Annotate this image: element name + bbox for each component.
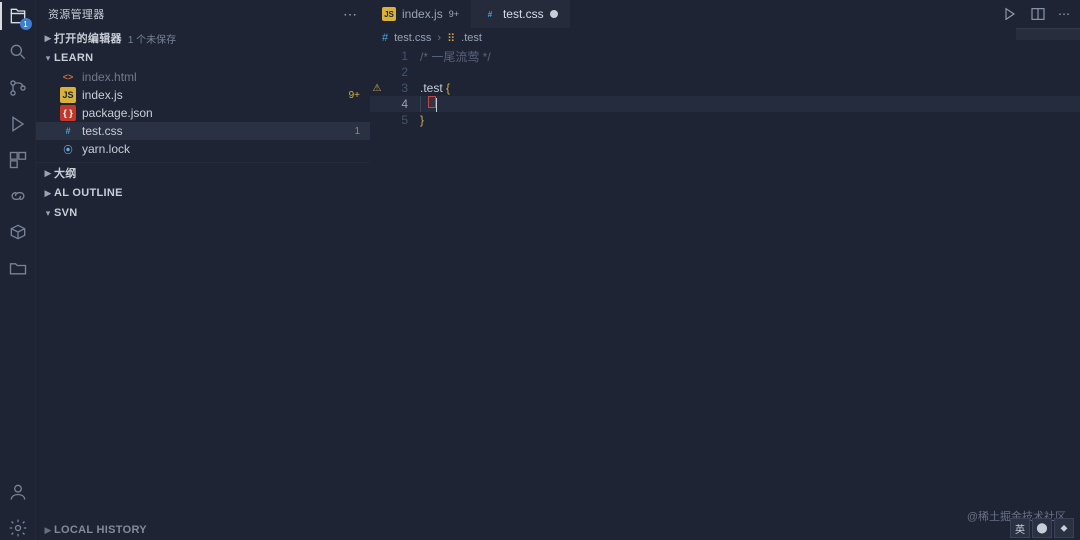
- split-editor-icon[interactable]: [1030, 6, 1046, 22]
- sidebar-sections: ▶大纲▶AL OUTLINE▾SVN▶LOCAL HISTORY: [36, 162, 370, 223]
- code-line[interactable]: 1/* 一尾流莺 */: [370, 48, 1080, 64]
- tab-test.css[interactable]: #test.css: [471, 0, 570, 28]
- search-icon[interactable]: [6, 40, 30, 64]
- code-line[interactable]: 2: [370, 64, 1080, 80]
- section-大纲[interactable]: ▶大纲: [36, 163, 370, 183]
- file-badge: 9+: [349, 90, 360, 101]
- chevron-icon: ▶: [42, 188, 54, 199]
- section-open-editors[interactable]: ▶ 打开的编辑器 1 个未保存: [36, 28, 370, 48]
- chevron-icon: ▶: [42, 168, 54, 179]
- sidebar-title: 资源管理器: [48, 6, 343, 22]
- cursor: [436, 98, 437, 112]
- css-file-icon: #: [382, 32, 388, 44]
- code-line[interactable]: 4: [370, 96, 1080, 112]
- explorer-icon[interactable]: 1: [6, 4, 30, 28]
- symbol-icon: ⠿: [447, 32, 455, 45]
- debug-icon[interactable]: [6, 112, 30, 136]
- extensions-icon[interactable]: [6, 148, 30, 172]
- activity-bar: 1: [0, 0, 36, 540]
- file-tree: <>index.htmlJSindex.js9+{ }package.json#…: [36, 68, 370, 158]
- breadcrumbs[interactable]: # test.css › ⠿ .test: [370, 28, 1080, 48]
- run-icon[interactable]: [1002, 6, 1018, 22]
- editor: JSindex.js9+#test.css ⋯ # test.css › ⠿ .…: [370, 0, 1080, 540]
- section-local-history[interactable]: ▶LOCAL HISTORY: [36, 520, 147, 540]
- sidebar: 资源管理器 ⋯ ▶ 打开的编辑器 1 个未保存 ▾ LEARN <>index.…: [36, 0, 370, 540]
- chevron-right-icon: ›: [437, 32, 441, 44]
- chevron-icon: ▶: [42, 525, 54, 536]
- ime-indicator[interactable]: 英 ⬤ ⬥: [1010, 518, 1074, 538]
- source-control-icon[interactable]: [6, 76, 30, 100]
- section-svn[interactable]: ▾SVN: [36, 203, 370, 223]
- file-badge: 1: [354, 126, 360, 137]
- error-marker: [428, 96, 436, 108]
- tab-bar: JSindex.js9+#test.css ⋯: [370, 0, 1080, 28]
- file-yarn.lock[interactable]: ⦿yarn.lock: [36, 140, 370, 158]
- tab-more-icon[interactable]: ⋯: [1058, 7, 1070, 21]
- file-index.html[interactable]: <>index.html: [36, 68, 370, 86]
- section-al-outline[interactable]: ▶AL OUTLINE: [36, 183, 370, 203]
- code-line[interactable]: ⚠3.test {: [370, 80, 1080, 96]
- file-index.js[interactable]: JSindex.js9+: [36, 86, 370, 104]
- tab-index.js[interactable]: JSindex.js9+: [370, 0, 471, 28]
- explorer-badge: 1: [20, 18, 32, 30]
- minimap[interactable]: [1016, 28, 1080, 40]
- sidebar-more-icon[interactable]: ⋯: [343, 6, 358, 23]
- file-package.json[interactable]: { }package.json: [36, 104, 370, 122]
- account-icon[interactable]: [6, 480, 30, 504]
- dirty-indicator: [550, 10, 558, 18]
- tab-actions: ⋯: [1002, 0, 1080, 28]
- chevron-right-icon: ▶: [42, 33, 54, 44]
- chevron-icon: ▾: [42, 208, 54, 219]
- file-test.css[interactable]: #test.css1: [36, 122, 370, 140]
- settings-icon[interactable]: [6, 516, 30, 540]
- code-line[interactable]: 5}: [370, 112, 1080, 128]
- chevron-down-icon: ▾: [42, 53, 54, 64]
- box-icon[interactable]: [6, 220, 30, 244]
- code-area[interactable]: 1/* 一尾流莺 */2⚠3.test {45}: [370, 48, 1080, 540]
- section-folder[interactable]: ▾ LEARN: [36, 48, 370, 68]
- sidebar-header: 资源管理器 ⋯: [36, 0, 370, 28]
- glyph: ⚠: [370, 83, 384, 94]
- link-icon[interactable]: [6, 184, 30, 208]
- folder-icon[interactable]: [6, 256, 30, 280]
